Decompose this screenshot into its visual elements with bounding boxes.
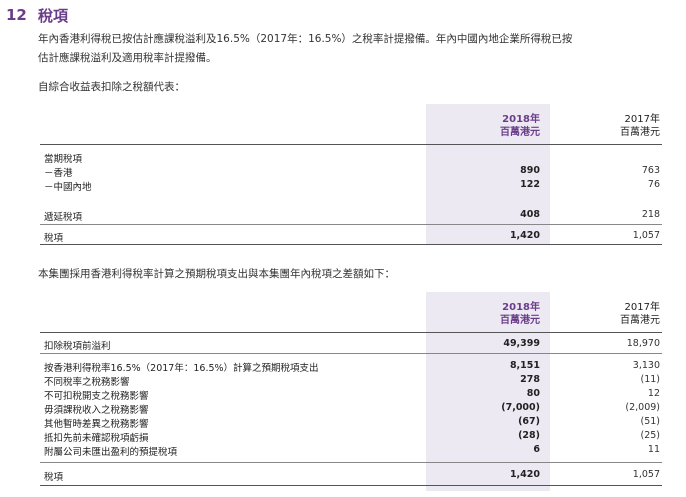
- table1-total-value-2018: 1,420: [509, 230, 540, 241]
- table2-row-value-2017: 12: [647, 388, 660, 399]
- table1-total-value-2017: 1,057: [632, 230, 660, 241]
- table2-row-value-2018: 8,151: [509, 360, 540, 371]
- table1-row-label: －中國內地: [44, 182, 92, 193]
- table2-row-label: 其他暫時差異之稅務影響: [44, 419, 149, 430]
- table2-pbt-rule: [40, 353, 662, 354]
- table2-row-label: 按香港利得稅率16.5%（2017年：16.5%）計算之預期稅項支出: [44, 363, 319, 374]
- section-number: 12: [6, 6, 27, 24]
- table1-row-value-2018: 408: [520, 209, 540, 220]
- table2-header-2018: 2018年 百萬港元: [450, 301, 540, 327]
- table2-row-value-2018: (28): [518, 430, 540, 441]
- table1-header-2018-unit: 百萬港元: [500, 127, 540, 138]
- table2-row-label: 附屬公司未匯出盈利的預提稅項: [44, 447, 178, 458]
- table1-caption: 自綜合收益表扣除之稅額代表：: [38, 81, 185, 93]
- table2-header-rule: [40, 332, 662, 333]
- table1-row-value-2017: 76: [647, 179, 660, 190]
- intro-line-1: 年內香港利得稅已按估計應課稅溢利及16.5%（2017年：16.5%）之稅率計提…: [38, 33, 573, 45]
- table2-header-2017-unit: 百萬港元: [620, 315, 660, 326]
- table2-header-2017: 2017年 百萬港元: [570, 301, 660, 327]
- intro-line-2: 估計應課稅溢利及適用稅率計提撥備。: [38, 52, 217, 64]
- table2-row-value-2018: 80: [526, 388, 540, 399]
- table2-row-value-2018: (67): [518, 416, 540, 427]
- table1-row-value-2017: 763: [641, 165, 660, 176]
- table1-row-value-2018: 890: [520, 165, 540, 176]
- table1-row-label: 當期稅項: [44, 154, 83, 165]
- table2-row-label: 不同稅率之稅務影響: [44, 377, 130, 388]
- table2-row-value-2018: 278: [520, 374, 540, 385]
- table1-header-2017-year: 2017年: [624, 114, 660, 125]
- table1-header-2017-unit: 百萬港元: [620, 127, 660, 138]
- table1-subtotal-rule: [40, 224, 662, 225]
- table2-row-label: 不可扣稅開支之稅務影響: [44, 391, 149, 402]
- table2-row-value-2017: (51): [640, 416, 660, 427]
- table2-row-label: 抵扣先前未確認稅項虧損: [44, 433, 149, 444]
- table2-header-2018-year: 2018年: [502, 302, 540, 313]
- table2-row-value-2018: 49,399: [503, 338, 540, 349]
- table1-row-label: －香港: [44, 168, 73, 179]
- table2-row-value-2017: (2,009): [625, 402, 660, 413]
- table2-row-value-2017: 11: [647, 444, 660, 455]
- table2-total-value-2017: 1,057: [632, 469, 660, 480]
- table1-header-rule: [40, 144, 662, 145]
- table2-row-value-2017: (25): [640, 430, 660, 441]
- table1-row-label: 遞延稅項: [44, 212, 83, 223]
- table2-header-2017-year: 2017年: [624, 302, 660, 313]
- table1-header-2018: 2018年 百萬港元: [450, 113, 540, 139]
- table2-total-rule: [40, 485, 662, 486]
- table2-row-value-2018: 6: [533, 444, 540, 455]
- table2-total-value-2018: 1,420: [509, 469, 540, 480]
- table1-total-rule: [40, 244, 662, 245]
- table1-header-2018-year: 2018年: [502, 114, 540, 125]
- table2-total-label: 稅項: [44, 472, 64, 483]
- table1-row-value-2018: 122: [520, 179, 540, 190]
- table1-header-2017: 2017年 百萬港元: [570, 113, 660, 139]
- section-title: 稅項: [38, 7, 69, 25]
- table2-row-label: 扣除稅項前溢利: [44, 341, 111, 352]
- table2-row-value-2018: (7,000): [501, 402, 540, 413]
- table2-header-2018-unit: 百萬港元: [500, 315, 540, 326]
- table2-row-value-2017: (11): [640, 374, 660, 385]
- table1-row-value-2017: 218: [641, 209, 660, 220]
- table2-row-value-2017: 3,130: [632, 360, 660, 371]
- table2-row-label: 毋須課稅收入之稅務影響: [44, 405, 149, 416]
- table1-total-label: 稅項: [44, 233, 64, 244]
- table2-subtotal-rule: [40, 462, 662, 463]
- table2-row-value-2017: 18,970: [626, 338, 660, 349]
- table2-caption: 本集團採用香港利得稅率計算之預期稅項支出與本集團年內稅項之差額如下：: [38, 268, 395, 280]
